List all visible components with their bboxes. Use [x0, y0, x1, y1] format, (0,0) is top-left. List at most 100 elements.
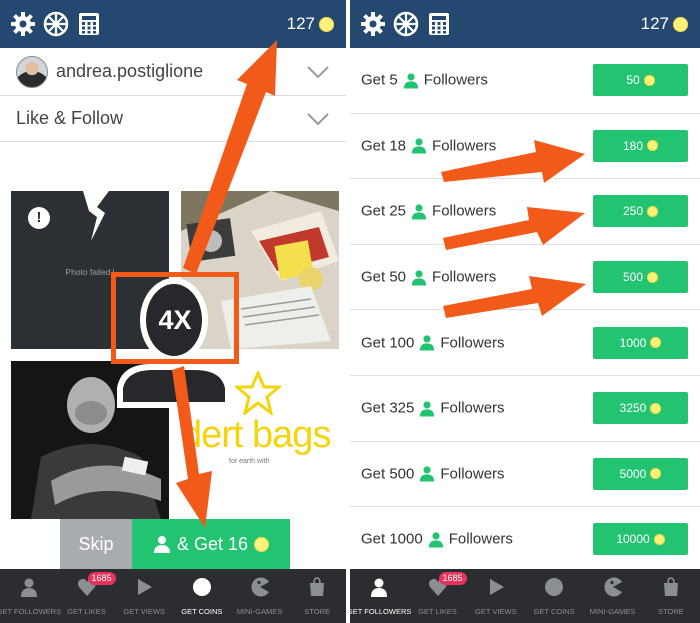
offer-price: 50 [626, 73, 640, 88]
nav-get-coins[interactable]: GET COINS [173, 569, 231, 623]
calculator-icon[interactable] [426, 11, 452, 37]
calculator-icon[interactable] [76, 11, 102, 37]
offer-price: 10000 [616, 532, 650, 547]
coin-count: 127 [640, 14, 669, 33]
follow-and-get-button[interactable]: & Get 16 [132, 519, 290, 569]
person-icon [420, 401, 435, 417]
mode-label: Like & Follow [16, 108, 124, 128]
coin-balance: 127 [287, 12, 334, 36]
person-icon [403, 73, 418, 89]
person-icon [420, 466, 435, 482]
nav-store[interactable]: STORE [288, 569, 346, 623]
highlight-box [111, 272, 239, 364]
offer-price: 1000 [619, 335, 647, 350]
coin-balance: 127 [641, 12, 688, 36]
nav-get-likes[interactable]: GET LIKES 1685 [409, 569, 467, 623]
bottom-navigation: GET FOLLOWERS GET LIKES 1685 GET VIEWS GET C… [0, 569, 346, 623]
nav-mini-games[interactable]: MINI-GAMES [231, 569, 289, 623]
buy-offer-button[interactable]: 1000 [593, 326, 688, 359]
coin-icon [650, 402, 662, 414]
coin-icon [643, 74, 655, 86]
offer-text: Get 5 Followers [361, 72, 488, 89]
top-bar: 127 [0, 0, 346, 48]
offer-suffix: Followers [432, 202, 497, 220]
nav-get-followers[interactable]: GET FOLLOWERS [350, 569, 411, 623]
chevron-down-icon[interactable] [306, 112, 330, 126]
nav-get-likes[interactable]: GET LIKES 1685 [58, 569, 116, 623]
offer-prefix: Get 100 [361, 334, 415, 352]
right-phone-screen: 127 Get 5 Followers 50 Get 18 Followers 180 Ge… [350, 0, 700, 623]
pacman-icon [250, 577, 269, 597]
offer-row: Get 500 Followers 5000 [350, 442, 700, 508]
offer-row: Get 50 Followers 500 [350, 245, 700, 311]
skip-button[interactable]: Skip [60, 519, 132, 569]
buy-offer-button[interactable]: 10000 [593, 523, 688, 556]
logo-tagline: for earth with [229, 458, 270, 465]
buy-offer-button[interactable]: 3250 [593, 392, 688, 425]
offer-prefix: Get 5 [361, 71, 398, 89]
nav-get-coins[interactable]: GET COINS [525, 569, 583, 623]
coin-icon [192, 578, 211, 596]
coin-icon [647, 205, 659, 217]
mode-selector[interactable]: Like & Follow [0, 96, 346, 142]
offer-price: 180 [622, 138, 644, 153]
offer-text: Get 325 Followers [361, 400, 505, 417]
offer-row: Get 5 Followers 50 [350, 48, 700, 114]
bottom-navigation: GET FOLLOWERS GET LIKES 1685 GET VIEWS GET C… [350, 569, 700, 623]
offer-row: Get 100 Followers 1000 [350, 310, 700, 376]
buy-offer-button[interactable]: 5000 [593, 457, 688, 490]
offer-text: Get 500 Followers [361, 465, 505, 482]
get-button-label: & Get 16 [176, 533, 249, 554]
settings-gear-icon[interactable] [10, 11, 36, 37]
coin-icon [673, 16, 688, 32]
play-icon [489, 579, 504, 595]
buy-offer-button[interactable]: 500 [593, 261, 688, 294]
coin-icon [647, 140, 659, 152]
nav-get-views[interactable]: GET VIEWS [115, 569, 173, 623]
person-icon [153, 536, 170, 553]
person-icon [411, 269, 427, 286]
offer-price: 500 [622, 270, 644, 285]
offer-text: Get 18 Followers [361, 137, 496, 154]
offer-text: Get 25 Followers [361, 203, 496, 220]
nav-label: STORE [657, 607, 684, 616]
coin-icon [653, 533, 665, 545]
left-phone-screen: 127 andrea.postiglione Like & Follow Pho… [0, 0, 346, 623]
nav-store[interactable]: STORE [642, 569, 700, 623]
nav-mini-games[interactable]: MINI-GAMES [584, 569, 642, 623]
person-icon [411, 138, 427, 154]
account-username: andrea.postiglione [56, 61, 204, 81]
coin-icon [545, 578, 564, 596]
account-selector[interactable]: andrea.postiglione [0, 48, 346, 96]
offer-row: Get 325 Followers 3250 [350, 376, 700, 442]
offer-suffix: Followers [440, 465, 505, 483]
top-bar: 127 [350, 0, 700, 48]
offer-price: 250 [622, 204, 644, 219]
nav-get-views[interactable]: GET VIEWS [467, 569, 525, 623]
nav-get-followers[interactable]: GET FOLLOWERS [0, 569, 61, 623]
offer-prefix: Get 25 [361, 202, 407, 220]
offer-row: Get 18 Followers 180 [350, 114, 700, 180]
buy-offer-button[interactable]: 50 [593, 64, 688, 97]
wheel-icon[interactable] [43, 11, 69, 37]
star-logo-icon [235, 371, 281, 415]
nav-label: STORE [304, 607, 330, 616]
offer-prefix: Get 500 [361, 465, 415, 483]
offer-text: Get 100 Followers [361, 334, 505, 351]
person-icon [428, 532, 443, 548]
coin-icon [319, 16, 334, 32]
settings-gear-icon[interactable] [360, 11, 386, 37]
coin-icon [254, 536, 270, 552]
person-icon [20, 578, 37, 597]
offer-text: Get 1000 Followers [361, 531, 513, 548]
coin-icon [647, 271, 659, 283]
offer-prefix: Get 1000 [361, 530, 423, 548]
buy-offer-button[interactable]: 250 [593, 195, 688, 228]
alert-icon: ! [28, 207, 50, 229]
offer-price: 3250 [619, 401, 647, 416]
play-icon [138, 579, 153, 595]
chevron-down-icon[interactable] [306, 65, 330, 79]
screenshot-root: 127 andrea.postiglione Like & Follow Pho… [0, 0, 700, 623]
buy-offer-button[interactable]: 180 [593, 129, 688, 162]
wheel-icon[interactable] [393, 11, 419, 37]
